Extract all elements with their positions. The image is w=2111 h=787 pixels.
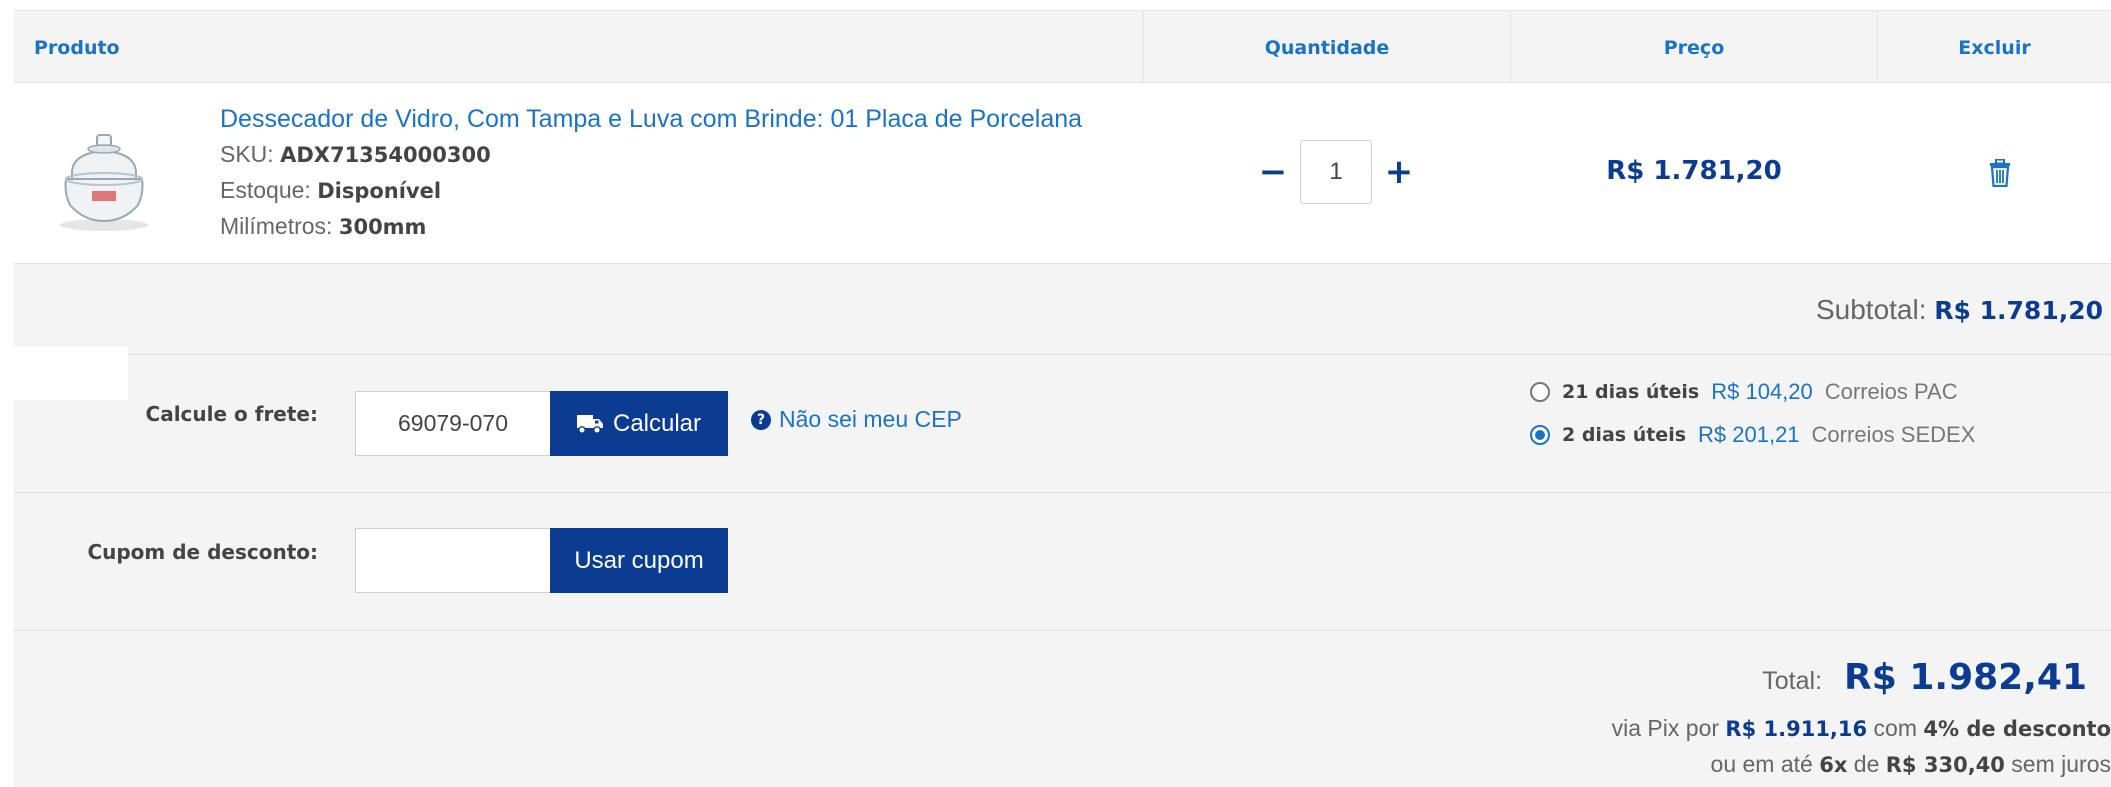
header-preco: Preço <box>1663 36 1725 59</box>
installments-suffix: sem juros <box>2011 751 2111 777</box>
installments-prefix: ou em até <box>1710 751 1813 777</box>
pix-prefix: via Pix por <box>1611 715 1720 741</box>
divider <box>14 354 2111 355</box>
product-thumbnail[interactable] <box>44 113 164 235</box>
coupon-label: Cupom de desconto: <box>87 540 318 564</box>
pix-discount: 4% de desconto <box>1923 717 2111 741</box>
stock-label: Estoque: <box>220 177 311 203</box>
shipping-days: 2 dias úteis <box>1562 424 1687 446</box>
total-label: Total: <box>1762 667 1823 695</box>
shipping-option-pac[interactable]: 21 dias úteis R$ 104,20 Correios PAC <box>1530 379 1958 405</box>
cart-header: Produto Quantidade Preço Excluir <box>14 10 2111 84</box>
header-excluir: Excluir <box>1958 36 2031 59</box>
divider <box>14 630 2111 631</box>
shipping-price: R$ 201,21 <box>1698 422 1800 447</box>
cep-help-link[interactable]: ? Não sei meu CEP <box>751 406 962 433</box>
total-value: R$ 1.982,41 <box>1844 657 2087 698</box>
cart-table: Produto Quantidade Preço Excluir Desseca… <box>0 10 2111 787</box>
truck-icon <box>576 414 603 434</box>
pix-value: R$ 1.911,16 <box>1725 717 1868 741</box>
subtotal-value: R$ 1.781,20 <box>1934 296 2103 325</box>
item-price: R$ 1.781,20 <box>1606 156 1782 186</box>
trash-icon[interactable] <box>1989 159 2011 187</box>
shipping-carrier: Correios SEDEX <box>1811 422 1976 447</box>
blank-area <box>0 346 128 400</box>
subtotal: Subtotal: R$ 1.781,20 <box>1816 294 2103 326</box>
radio-icon[interactable] <box>1530 382 1550 402</box>
decrease-quantity-button[interactable]: − <box>1254 152 1292 192</box>
mm-label: Milímetros: <box>220 213 333 239</box>
shipping-price: R$ 104,20 <box>1711 379 1813 404</box>
shipping-carrier: Correios PAC <box>1824 379 1958 404</box>
quantity-stepper: − + <box>1254 140 1418 204</box>
installments-mid: de <box>1853 751 1880 777</box>
apply-coupon-button[interactable]: Usar cupom <box>550 528 728 593</box>
header-produto: Produto <box>34 36 120 59</box>
question-icon: ? <box>751 409 771 430</box>
cep-help-label: Não sei meu CEP <box>779 406 962 432</box>
shipping-days: 21 dias úteis <box>1562 381 1700 403</box>
header-quantidade: Quantidade <box>1264 36 1390 59</box>
total: Total: R$ 1.982,41 <box>1762 657 2087 698</box>
subtotal-label: Subtotal: <box>1815 294 1927 325</box>
sku-value: ADX71354000300 <box>280 143 491 167</box>
pix-price: via Pix por R$ 1.911,16 com 4% de descon… <box>1612 715 2111 742</box>
radio-selected-icon[interactable] <box>1530 425 1550 445</box>
product-name-link[interactable]: Dessecador de Vidro, Com Tampa e Luva co… <box>220 105 1082 134</box>
product-stock: Estoque: Disponível <box>220 177 441 204</box>
calculate-shipping-button[interactable]: Calcular <box>550 391 728 456</box>
cart-item-row: Dessecador de Vidro, Com Tampa e Luva co… <box>14 83 2111 264</box>
shipping-option-sedex[interactable]: 2 dias úteis R$ 201,21 Correios SEDEX <box>1530 422 1975 448</box>
installments-count: 6x <box>1819 753 1848 777</box>
quantity-input[interactable] <box>1300 140 1372 204</box>
increase-quantity-button[interactable]: + <box>1380 152 1418 192</box>
divider <box>14 492 2111 493</box>
cep-input[interactable] <box>355 391 551 456</box>
installments: ou em até 6x de R$ 330,40 sem juros <box>1711 751 2111 778</box>
cart-summary-panel: Subtotal: R$ 1.781,20 Calcule o frete: C… <box>0 264 2111 787</box>
product-sku: SKU: ADX71354000300 <box>220 141 491 168</box>
pix-mid: com <box>1873 715 1917 741</box>
sku-label: SKU: <box>220 141 274 167</box>
stock-value: Disponível <box>317 179 442 203</box>
mm-value: 300mm <box>338 215 427 239</box>
calculate-label: Calcular <box>612 409 702 437</box>
product-size: Milímetros: 300mm <box>220 213 426 240</box>
installments-value: R$ 330,40 <box>1885 753 2005 777</box>
coupon-input[interactable] <box>355 528 551 593</box>
shipping-label: Calcule o frete: <box>145 402 318 426</box>
